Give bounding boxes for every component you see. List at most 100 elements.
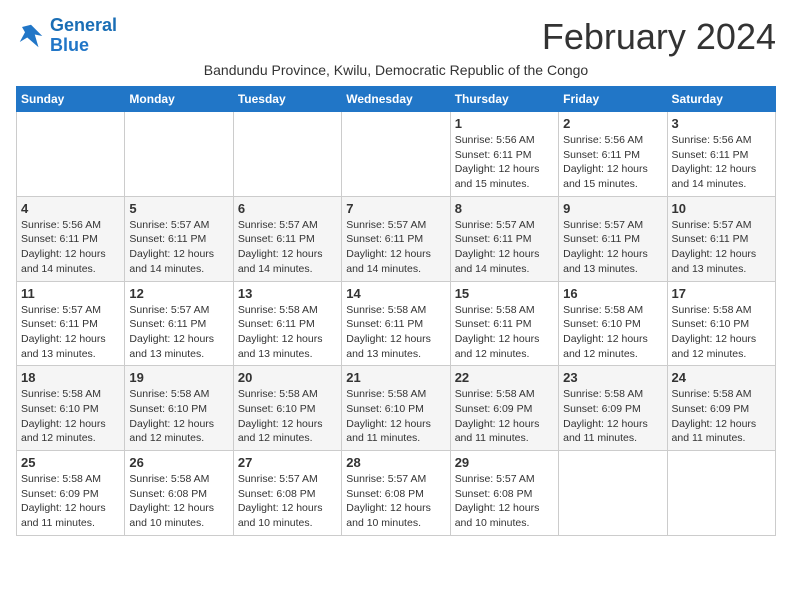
- day-info: Sunrise: 5:57 AM Sunset: 6:11 PM Dayligh…: [21, 303, 120, 362]
- header: General Blue February 2024: [16, 16, 776, 58]
- calendar-week-row: 18 Sunrise: 5:58 AM Sunset: 6:10 PM Dayli…: [17, 366, 776, 451]
- day-number: 23: [563, 370, 662, 385]
- calendar-cell: 21Sunrise: 5:58 AM Sunset: 6:10 PM Dayli…: [342, 366, 450, 451]
- day-number: 3: [672, 116, 771, 131]
- calendar-cell: [125, 112, 233, 197]
- day-info: Sunrise: 5:57 AM Sunset: 6:11 PM Dayligh…: [455, 218, 554, 277]
- logo-text: General Blue: [50, 16, 117, 56]
- day-info: Sunrise: 5:58 AM Sunset: 6:10 PM Dayligh…: [238, 387, 337, 446]
- day-info: Sunrise: 5:57 AM Sunset: 6:08 PM Dayligh…: [346, 472, 445, 531]
- day-info: Sunrise: 5:58 AM Sunset: 6:10 PM Dayligh…: [563, 303, 662, 362]
- calendar-table: SundayMondayTuesdayWednesdayThursdayFrid…: [16, 86, 776, 536]
- day-info: Sunrise: 5:57 AM Sunset: 6:08 PM Dayligh…: [455, 472, 554, 531]
- day-number: 15: [455, 286, 554, 301]
- day-info: Sunrise: 5:58 AM Sunset: 6:09 PM Dayligh…: [563, 387, 662, 446]
- calendar-cell: 11 Sunrise: 5:57 AM Sunset: 6:11 PM Dayli…: [17, 281, 125, 366]
- day-number: 25: [21, 455, 120, 470]
- day-info: Sunrise: 5:57 AM Sunset: 6:11 PM Dayligh…: [346, 218, 445, 277]
- calendar-cell: 14 Sunrise: 5:58 AM Sunset: 6:11 PM Dayli…: [342, 281, 450, 366]
- calendar-cell: 18Sunrise: 5:58 AM Sunset: 6:10 PM Dayli…: [17, 366, 125, 451]
- calendar-cell: 28 Sunrise: 5:57 AM Sunset: 6:08 PM Dayli…: [342, 451, 450, 536]
- calendar-cell: 29 Sunrise: 5:57 AM Sunset: 6:08 PM Dayli…: [450, 451, 558, 536]
- weekday-header: Monday: [125, 87, 233, 112]
- day-number: 7: [346, 201, 445, 216]
- day-info: Sunrise: 5:56 AM Sunset: 6:11 PM Dayligh…: [455, 133, 554, 192]
- day-number: 9: [563, 201, 662, 216]
- day-number: 13: [238, 286, 337, 301]
- day-number: 21: [346, 370, 445, 385]
- calendar-cell: 3 Sunrise: 5:56 AM Sunset: 6:11 PM Daylig…: [667, 112, 775, 197]
- calendar-cell: [342, 112, 450, 197]
- calendar-cell: 5 Sunrise: 5:57 AM Sunset: 6:11 PM Daylig…: [125, 196, 233, 281]
- calendar-cell: 9Sunrise: 5:57 AM Sunset: 6:11 PM Daylig…: [559, 196, 667, 281]
- day-number: 2: [563, 116, 662, 131]
- calendar-cell: [233, 112, 341, 197]
- day-number: 17: [672, 286, 771, 301]
- day-number: 24: [672, 370, 771, 385]
- logo: General Blue: [16, 16, 117, 56]
- day-number: 29: [455, 455, 554, 470]
- calendar-cell: 8 Sunrise: 5:57 AM Sunset: 6:11 PM Daylig…: [450, 196, 558, 281]
- calendar-cell: 23 Sunrise: 5:58 AM Sunset: 6:09 PM Dayli…: [559, 366, 667, 451]
- day-number: 11: [21, 286, 120, 301]
- weekday-header: Wednesday: [342, 87, 450, 112]
- day-info: Sunrise: 5:58 AM Sunset: 6:09 PM Dayligh…: [672, 387, 771, 446]
- day-number: 18: [21, 370, 120, 385]
- calendar-week-row: 25 Sunrise: 5:58 AM Sunset: 6:09 PM Dayli…: [17, 451, 776, 536]
- day-info: Sunrise: 5:56 AM Sunset: 6:11 PM Dayligh…: [563, 133, 662, 192]
- day-number: 4: [21, 201, 120, 216]
- day-number: 16: [563, 286, 662, 301]
- month-title: February 2024: [542, 16, 776, 58]
- day-info: Sunrise: 5:58 AM Sunset: 6:11 PM Dayligh…: [346, 303, 445, 362]
- calendar-cell: 16 Sunrise: 5:58 AM Sunset: 6:10 PM Dayli…: [559, 281, 667, 366]
- day-number: 27: [238, 455, 337, 470]
- calendar-cell: [17, 112, 125, 197]
- day-number: 14: [346, 286, 445, 301]
- calendar-cell: 10 Sunrise: 5:57 AM Sunset: 6:11 PM Dayli…: [667, 196, 775, 281]
- weekday-header: Friday: [559, 87, 667, 112]
- calendar-cell: 26 Sunrise: 5:58 AM Sunset: 6:08 PM Dayli…: [125, 451, 233, 536]
- calendar-cell: 2 Sunrise: 5:56 AM Sunset: 6:11 PM Daylig…: [559, 112, 667, 197]
- calendar-cell: 6 Sunrise: 5:57 AM Sunset: 6:11 PM Daylig…: [233, 196, 341, 281]
- logo-icon: [16, 21, 46, 51]
- calendar-cell: 7 Sunrise: 5:57 AM Sunset: 6:11 PM Daylig…: [342, 196, 450, 281]
- day-number: 10: [672, 201, 771, 216]
- weekday-header: Saturday: [667, 87, 775, 112]
- calendar-cell: 1 Sunrise: 5:56 AM Sunset: 6:11 PM Daylig…: [450, 112, 558, 197]
- day-info: Sunrise: 5:58 AM Sunset: 6:11 PM Dayligh…: [455, 303, 554, 362]
- calendar-cell: 12 Sunrise: 5:57 AM Sunset: 6:11 PM Dayli…: [125, 281, 233, 366]
- calendar-cell: 22Sunrise: 5:58 AM Sunset: 6:09 PM Dayli…: [450, 366, 558, 451]
- day-number: 6: [238, 201, 337, 216]
- day-number: 22: [455, 370, 554, 385]
- calendar-cell: 25 Sunrise: 5:58 AM Sunset: 6:09 PM Dayli…: [17, 451, 125, 536]
- calendar-cell: 20 Sunrise: 5:58 AM Sunset: 6:10 PM Dayli…: [233, 366, 341, 451]
- day-info: Sunrise: 5:57 AM Sunset: 6:08 PM Dayligh…: [238, 472, 337, 531]
- day-info: Sunrise: 5:57 AM Sunset: 6:11 PM Dayligh…: [672, 218, 771, 277]
- day-number: 19: [129, 370, 228, 385]
- weekday-header: Thursday: [450, 87, 558, 112]
- day-number: 26: [129, 455, 228, 470]
- calendar-header-row: SundayMondayTuesdayWednesdayThursdayFrid…: [17, 87, 776, 112]
- day-info: Sunrise: 5:57 AM Sunset: 6:11 PM Dayligh…: [129, 303, 228, 362]
- day-info: Sunrise: 5:58 AM Sunset: 6:08 PM Dayligh…: [129, 472, 228, 531]
- day-info: Sunrise: 5:56 AM Sunset: 6:11 PM Dayligh…: [672, 133, 771, 192]
- weekday-header: Tuesday: [233, 87, 341, 112]
- day-number: 12: [129, 286, 228, 301]
- calendar-week-row: 11 Sunrise: 5:57 AM Sunset: 6:11 PM Dayli…: [17, 281, 776, 366]
- subtitle: Bandundu Province, Kwilu, Democratic Rep…: [16, 62, 776, 78]
- day-number: 1: [455, 116, 554, 131]
- day-info: Sunrise: 5:57 AM Sunset: 6:11 PM Dayligh…: [238, 218, 337, 277]
- day-number: 28: [346, 455, 445, 470]
- day-info: Sunrise: 5:58 AM Sunset: 6:10 PM Dayligh…: [672, 303, 771, 362]
- day-number: 8: [455, 201, 554, 216]
- calendar-cell: 19Sunrise: 5:58 AM Sunset: 6:10 PM Dayli…: [125, 366, 233, 451]
- day-info: Sunrise: 5:58 AM Sunset: 6:09 PM Dayligh…: [21, 472, 120, 531]
- day-number: 20: [238, 370, 337, 385]
- calendar-cell: [559, 451, 667, 536]
- calendar-cell: 13Sunrise: 5:58 AM Sunset: 6:11 PM Dayli…: [233, 281, 341, 366]
- calendar-cell: [667, 451, 775, 536]
- calendar-week-row: 4Sunrise: 5:56 AM Sunset: 6:11 PM Daylig…: [17, 196, 776, 281]
- day-info: Sunrise: 5:57 AM Sunset: 6:11 PM Dayligh…: [129, 218, 228, 277]
- day-number: 5: [129, 201, 228, 216]
- calendar-week-row: 1 Sunrise: 5:56 AM Sunset: 6:11 PM Daylig…: [17, 112, 776, 197]
